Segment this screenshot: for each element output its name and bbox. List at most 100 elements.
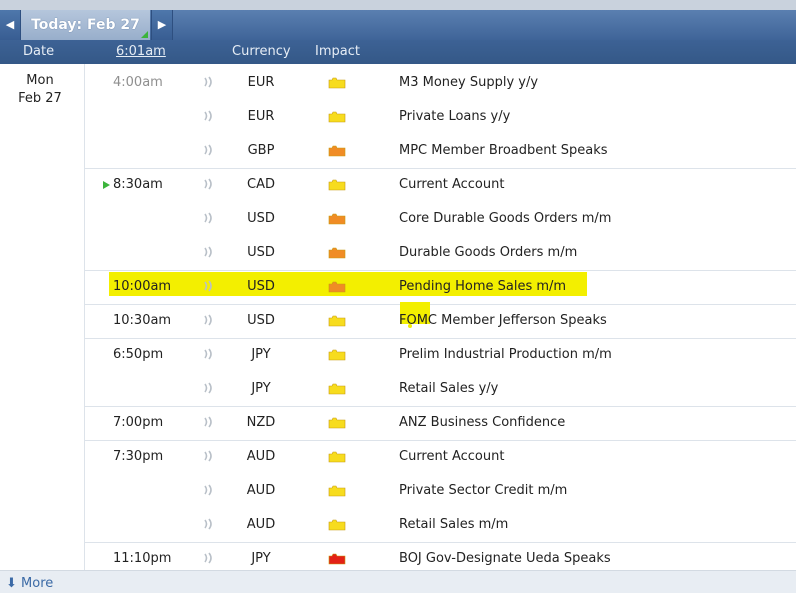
event-time: 8:30am — [103, 177, 163, 192]
event-time: 6:50pm — [113, 347, 164, 362]
event-title[interactable]: Private Loans y/y — [399, 109, 510, 124]
sound-alert-icon[interactable] — [203, 416, 215, 428]
event-currency: NZD — [246, 415, 276, 430]
sound-alert-icon[interactable] — [203, 144, 215, 156]
impact-folder-icon[interactable] — [328, 281, 346, 293]
event-title[interactable]: Durable Goods Orders m/m — [399, 245, 577, 260]
event-row[interactable]: USD Core Durable Goods Orders m/m — [85, 202, 796, 236]
event-row[interactable]: 10:00am USD Pending Home Sales m/m — [85, 270, 796, 304]
header-currency: Currency — [232, 44, 291, 59]
event-row[interactable]: AUD Private Sector Credit m/m — [85, 474, 796, 508]
more-link[interactable]: ⬇ More — [6, 576, 53, 591]
event-time: 10:30am — [113, 313, 172, 328]
event-currency: GBP — [247, 143, 275, 158]
impact-folder-icon[interactable] — [328, 383, 346, 395]
previous-day-button[interactable]: ◀ — [0, 10, 21, 40]
corner-marker-icon — [141, 31, 148, 38]
download-arrow-icon: ⬇ — [6, 576, 17, 591]
event-row[interactable]: 4:00am EUR M3 Money Supply y/y — [85, 66, 796, 100]
impact-folder-icon[interactable] — [328, 519, 346, 531]
event-currency: EUR — [247, 109, 275, 124]
today-label: Today: Feb 27 — [31, 17, 140, 33]
caret-right-icon: ▶ — [157, 18, 167, 31]
impact-folder-icon[interactable] — [328, 111, 346, 123]
event-row[interactable]: AUD Retail Sales m/m — [85, 508, 796, 542]
event-title[interactable]: Current Account — [399, 449, 504, 464]
event-currency: AUD — [246, 449, 276, 464]
date-column: Mon Feb 27 — [0, 64, 85, 570]
event-currency: JPY — [251, 551, 271, 566]
event-title[interactable]: Current Account — [399, 177, 504, 192]
event-title[interactable]: BOJ Gov-Designate Ueda Speaks — [399, 551, 611, 566]
event-currency: CAD — [247, 177, 275, 192]
event-title[interactable]: MPC Member Broadbent Speaks — [399, 143, 608, 158]
event-title[interactable]: Prelim Industrial Production m/m — [399, 347, 612, 362]
event-title[interactable]: M3 Money Supply y/y — [399, 75, 538, 90]
event-title[interactable]: FOMC Member Jefferson Speaks — [399, 313, 607, 328]
event-title[interactable]: ANZ Business Confidence — [399, 415, 565, 430]
event-row[interactable]: 7:00pm NZD ANZ Business Confidence — [85, 406, 796, 440]
event-title[interactable]: Private Sector Credit m/m — [399, 483, 567, 498]
impact-folder-icon[interactable] — [328, 247, 346, 259]
event-currency: EUR — [247, 75, 275, 90]
event-time: 11:10pm — [113, 551, 172, 566]
event-currency: JPY — [251, 347, 271, 362]
sound-alert-icon[interactable] — [203, 212, 215, 224]
caret-left-icon: ◀ — [5, 18, 15, 31]
event-row[interactable]: 10:30am USD FOMC Member Jefferson Speaks — [85, 304, 796, 338]
impact-folder-icon[interactable] — [328, 179, 346, 191]
impact-folder-icon[interactable] — [328, 349, 346, 361]
event-title[interactable]: Core Durable Goods Orders m/m — [399, 211, 611, 226]
today-tab[interactable]: Today: Feb 27 — [21, 10, 150, 40]
impact-folder-icon[interactable] — [328, 485, 346, 497]
event-time: 4:00am — [113, 75, 163, 90]
event-row[interactable]: EUR Private Loans y/y — [85, 100, 796, 134]
impact-folder-icon[interactable] — [328, 77, 346, 89]
next-day-button[interactable]: ▶ — [151, 10, 173, 40]
impact-folder-icon[interactable] — [328, 315, 346, 327]
event-currency: JPY — [251, 381, 271, 396]
event-currency: AUD — [246, 483, 276, 498]
day-weekday: Mon — [26, 73, 54, 88]
sound-alert-icon[interactable] — [203, 178, 215, 190]
event-row[interactable]: USD Durable Goods Orders m/m — [85, 236, 796, 270]
footer: ⬇ More — [0, 570, 796, 593]
sound-alert-icon[interactable] — [203, 552, 215, 564]
event-time: 10:00am — [113, 279, 172, 294]
sound-alert-icon[interactable] — [203, 76, 215, 88]
event-title[interactable]: Pending Home Sales m/m — [399, 279, 566, 294]
event-row[interactable]: 6:50pm JPY Prelim Industrial Production m/… — [85, 338, 796, 372]
impact-folder-icon[interactable] — [328, 145, 346, 157]
event-time: 7:00pm — [113, 415, 164, 430]
event-currency: USD — [247, 313, 275, 328]
event-row[interactable]: JPY Retail Sales y/y — [85, 372, 796, 406]
sound-alert-icon[interactable] — [203, 348, 215, 360]
day-cell: Mon Feb 27 — [0, 72, 80, 108]
column-header: Date 6:01am Currency Impact — [0, 40, 796, 64]
event-time: 7:30pm — [113, 449, 164, 464]
event-row[interactable]: 7:30pm AUD Current Account — [85, 440, 796, 474]
event-currency: AUD — [246, 517, 276, 532]
sound-alert-icon[interactable] — [203, 382, 215, 394]
sound-alert-icon[interactable] — [203, 314, 215, 326]
event-row[interactable]: 8:30am CAD Current Account — [85, 168, 796, 202]
impact-folder-icon[interactable] — [328, 451, 346, 463]
sound-alert-icon[interactable] — [203, 518, 215, 530]
sound-alert-icon[interactable] — [203, 484, 215, 496]
more-label: More — [21, 576, 54, 591]
impact-folder-icon[interactable] — [328, 553, 346, 565]
event-row[interactable]: GBP MPC Member Broadbent Speaks — [85, 134, 796, 168]
header-current-time[interactable]: 6:01am — [116, 44, 166, 59]
sound-alert-icon[interactable] — [203, 246, 215, 258]
sound-alert-icon[interactable] — [203, 450, 215, 462]
sound-alert-icon[interactable] — [203, 110, 215, 122]
day-date: Feb 27 — [18, 91, 62, 106]
impact-folder-icon[interactable] — [328, 213, 346, 225]
event-title[interactable]: Retail Sales m/m — [399, 517, 508, 532]
event-currency: USD — [247, 211, 275, 226]
sound-alert-icon[interactable] — [203, 280, 215, 292]
calendar-toolbar: ◀ Today: Feb 27 ▶ — [0, 0, 796, 40]
header-impact: Impact — [315, 44, 360, 59]
event-title[interactable]: Retail Sales y/y — [399, 381, 498, 396]
impact-folder-icon[interactable] — [328, 417, 346, 429]
